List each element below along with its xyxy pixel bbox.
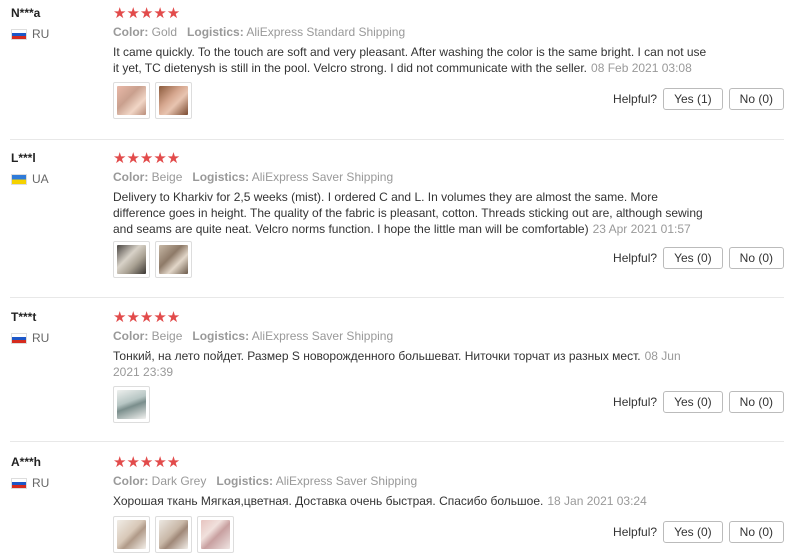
star-rating: ★★★★★ <box>113 5 181 22</box>
review-photos <box>113 82 192 119</box>
review-text: Тонкий, на лето пойдет. Размер S новорож… <box>113 348 688 380</box>
reviewer-country: RU <box>11 476 49 490</box>
helpful-votes: Helpful? Yes (0) No (0) <box>613 391 784 413</box>
country-code: RU <box>32 476 50 490</box>
review-photo-thumbnail[interactable] <box>155 516 192 553</box>
review-photo-thumbnail[interactable] <box>113 516 150 553</box>
logistics-label: Logistics: <box>192 170 250 184</box>
logistics-label: Logistics: <box>192 329 250 343</box>
review-attributes: Color: Gold Logistics: AliExpress Standa… <box>113 25 405 39</box>
color-label: Color: <box>113 474 149 488</box>
review-date: 23 Apr 2021 01:57 <box>592 222 691 236</box>
review-photo-thumbnail[interactable] <box>113 82 150 119</box>
review-photo-thumbnail[interactable] <box>155 82 192 119</box>
review-date: 18 Jan 2021 03:24 <box>547 494 647 508</box>
star-rating: ★★★★★ <box>113 309 181 326</box>
helpful-votes: Helpful? Yes (0) No (0) <box>613 521 784 543</box>
logistics-label: Logistics: <box>187 25 244 39</box>
helpful-no-button[interactable]: No (0) <box>728 88 784 110</box>
color-label: Color: <box>113 25 149 39</box>
reviewer-name: L***l <box>11 151 36 165</box>
reviewer-name: A***h <box>11 455 42 469</box>
reviewer-country: UA <box>11 172 49 186</box>
review-attributes: Color: Beige Logistics: AliExpress Saver… <box>113 170 393 184</box>
helpful-no-button[interactable]: No (0) <box>728 391 784 413</box>
color-label: Color: <box>113 329 149 343</box>
review-body: Хорошая ткань Мягкая,цветная. Доставка о… <box>113 494 544 508</box>
review-attributes: Color: Beige Logistics: AliExpress Saver… <box>113 329 393 343</box>
star-rating: ★★★★★ <box>113 454 181 471</box>
logistics-label: Logistics: <box>216 474 274 488</box>
helpful-label: Helpful? <box>613 525 658 539</box>
logistics-value: AliExpress Saver Shipping <box>275 474 418 488</box>
review-photo-thumbnail[interactable] <box>197 516 234 553</box>
review-photo-thumbnail[interactable] <box>113 241 150 278</box>
helpful-yes-button[interactable]: Yes (0) <box>663 521 723 543</box>
color-value: Dark Grey <box>151 474 207 488</box>
reviewer-country: RU <box>11 27 49 41</box>
review-photos <box>113 241 192 278</box>
flag-ru-icon <box>11 28 27 40</box>
helpful-yes-button[interactable]: Yes (1) <box>663 88 723 110</box>
color-value: Gold <box>151 25 178 39</box>
star-rating: ★★★★★ <box>113 150 181 167</box>
review-photos <box>113 386 150 423</box>
helpful-votes: Helpful? Yes (0) No (0) <box>613 247 784 269</box>
helpful-label: Helpful? <box>613 395 658 409</box>
flag-ua-icon <box>11 173 27 185</box>
review-text: It came quickly. To the touch are soft a… <box>113 44 708 76</box>
helpful-votes: Helpful? Yes (1) No (0) <box>613 88 784 110</box>
divider <box>10 441 784 442</box>
review-photo-thumbnail[interactable] <box>113 386 150 423</box>
review-attributes: Color: Dark Grey Logistics: AliExpress S… <box>113 474 417 488</box>
country-code: UA <box>32 172 49 186</box>
reviewer-name: N***a <box>11 6 41 20</box>
review-text: Хорошая ткань Мягкая,цветная. Доставка о… <box>113 493 713 509</box>
helpful-no-button[interactable]: No (0) <box>728 247 784 269</box>
flag-ru-icon <box>11 332 27 344</box>
divider <box>10 297 784 298</box>
country-code: RU <box>32 27 50 41</box>
divider <box>10 139 784 140</box>
logistics-value: AliExpress Standard Shipping <box>246 25 406 39</box>
helpful-no-button[interactable]: No (0) <box>728 521 784 543</box>
color-value: Beige <box>151 329 183 343</box>
helpful-label: Helpful? <box>613 251 658 265</box>
helpful-yes-button[interactable]: Yes (0) <box>663 247 723 269</box>
helpful-yes-button[interactable]: Yes (0) <box>663 391 723 413</box>
review-photos <box>113 516 234 553</box>
review-text: Delivery to Kharkiv for 2,5 weeks (mist)… <box>113 189 708 237</box>
logistics-value: AliExpress Saver Shipping <box>251 170 394 184</box>
review-date: 08 Feb 2021 03:08 <box>591 61 692 75</box>
color-label: Color: <box>113 170 149 184</box>
reviewer-name: T***t <box>11 310 37 324</box>
country-code: RU <box>32 331 50 345</box>
logistics-value: AliExpress Saver Shipping <box>251 329 394 343</box>
color-value: Beige <box>151 170 183 184</box>
reviewer-country: RU <box>11 331 49 345</box>
review-photo-thumbnail[interactable] <box>155 241 192 278</box>
helpful-label: Helpful? <box>613 92 658 106</box>
flag-ru-icon <box>11 477 27 489</box>
review-body: Тонкий, на лето пойдет. Размер S новорож… <box>113 349 641 363</box>
